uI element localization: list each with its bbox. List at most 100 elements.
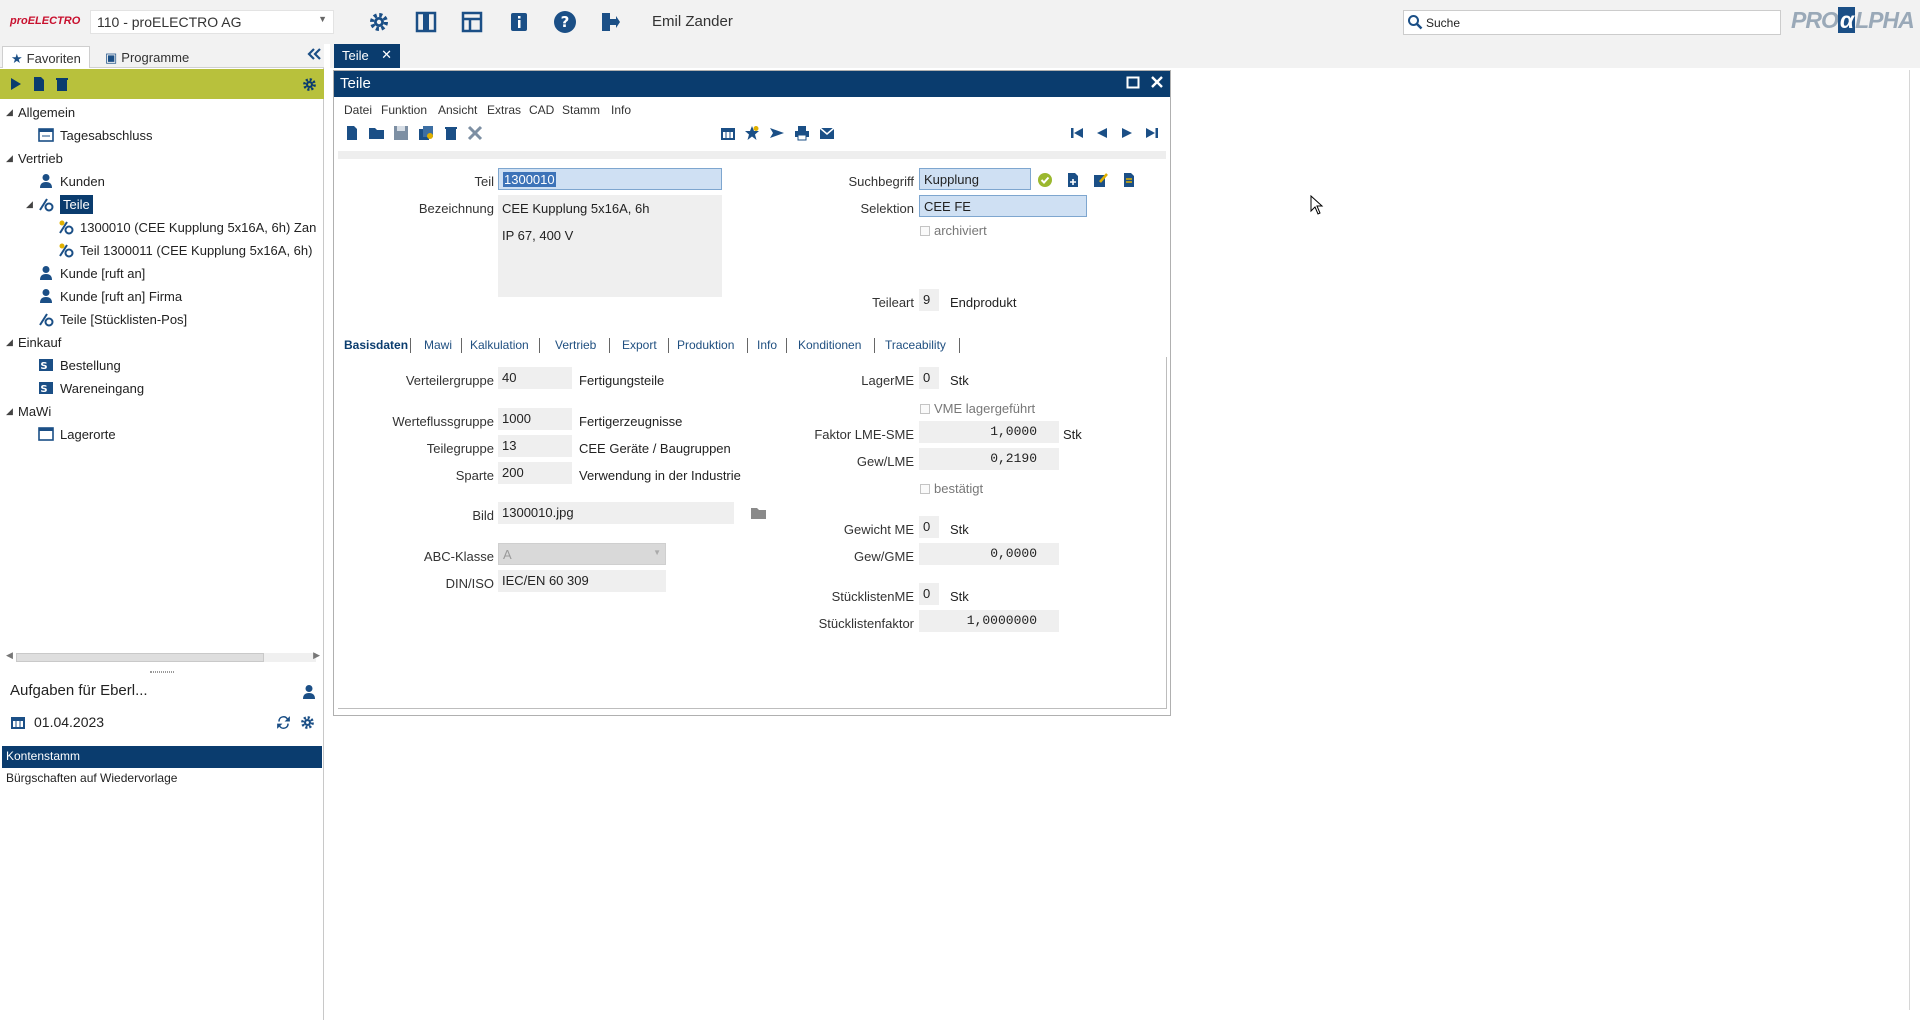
teilegruppe-field[interactable]: 13 xyxy=(498,435,572,457)
calendar-icon[interactable] xyxy=(720,125,736,141)
folder-icon[interactable] xyxy=(750,506,767,520)
gewicht-me-field[interactable]: 0 xyxy=(919,516,939,538)
selektion-field[interactable]: CEE FE xyxy=(919,195,1087,217)
check-icon[interactable] xyxy=(1037,172,1053,188)
tree-group-einkauf[interactable]: ◢ Einkauf xyxy=(6,331,61,353)
tree-item-teile[interactable]: ◢ Teile xyxy=(26,193,93,215)
first-record-icon[interactable] xyxy=(1069,125,1085,141)
task-item-buergschaften[interactable]: Bürgschaften auf Wiedervorlage xyxy=(2,768,322,790)
copy-icon[interactable] xyxy=(418,125,434,141)
tree-item-part-1300010[interactable]: 1300010 (CEE Kupplung 5x16A, 6h) Zan xyxy=(58,216,316,238)
tree-item-lagerorte[interactable]: Lagerorte xyxy=(38,423,116,445)
archiviert-checkbox[interactable]: archiviert xyxy=(920,223,987,238)
help-icon[interactable]: ? xyxy=(552,9,578,35)
menu-stamm[interactable]: Stamm xyxy=(562,103,600,117)
gew-gme-field[interactable]: 0,0000 xyxy=(919,543,1059,565)
tab-kalkulation[interactable]: Kalkulation xyxy=(470,338,529,352)
abc-klasse-select[interactable]: A ▼ xyxy=(498,543,666,565)
info-icon[interactable] xyxy=(506,9,532,35)
save-icon[interactable] xyxy=(393,125,409,141)
mail-icon[interactable] xyxy=(819,125,835,141)
task-item-kontenstamm[interactable]: Kontenstamm xyxy=(2,746,322,768)
faktor-lme-sme-field[interactable]: 1,0000 xyxy=(919,421,1059,443)
tree-item-kunde-ruft-an[interactable]: Kunde [ruft an] xyxy=(38,262,145,284)
tab-teile[interactable]: Teile ✕ xyxy=(334,44,400,68)
menu-cad[interactable]: CAD xyxy=(529,103,554,117)
last-record-icon[interactable] xyxy=(1144,125,1160,141)
menu-datei[interactable]: Datei xyxy=(344,103,372,117)
sparte-field[interactable]: 200 xyxy=(498,462,572,484)
verteilergruppe-field[interactable]: 40 xyxy=(498,367,572,389)
document-add-icon[interactable] xyxy=(1065,172,1081,188)
tab-info[interactable]: Info xyxy=(757,338,777,352)
tab-mawi[interactable]: Mawi xyxy=(424,338,452,352)
vme-lagergefuehrt-checkbox[interactable]: VME lagergeführt xyxy=(920,401,1035,416)
bestaetigt-checkbox[interactable]: bestätigt xyxy=(920,481,983,496)
new-document-icon[interactable] xyxy=(31,76,47,92)
menu-extras[interactable]: Extras xyxy=(487,103,521,117)
refresh-icon[interactable] xyxy=(275,714,292,734)
tree-item-kunden[interactable]: Kunden xyxy=(38,170,105,192)
cancel-icon[interactable] xyxy=(467,125,483,141)
tab-traceability[interactable]: Traceability xyxy=(885,338,946,352)
werteflussgruppe-field[interactable]: 1000 xyxy=(498,408,572,430)
tab-produktion[interactable]: Produktion xyxy=(677,338,734,352)
calendar-icon[interactable] xyxy=(10,714,26,730)
new-icon[interactable] xyxy=(344,125,360,141)
menu-funktion[interactable]: Funktion xyxy=(381,103,427,117)
tree-group-vertrieb[interactable]: ◢ Vertrieb xyxy=(6,147,63,169)
panel-icon[interactable] xyxy=(413,9,439,35)
company-select[interactable]: 110 - proELECTRO AG ▼ xyxy=(90,10,334,34)
tab-programme[interactable]: ▣ Programme xyxy=(97,46,197,68)
delete-icon[interactable] xyxy=(443,125,459,141)
close-icon[interactable] xyxy=(1150,75,1164,89)
tab-favoriten[interactable]: ★ Favoriten xyxy=(2,46,90,68)
task-settings-icon[interactable] xyxy=(299,714,316,734)
previous-record-icon[interactable] xyxy=(1094,125,1110,141)
assign-user-icon[interactable] xyxy=(300,684,316,703)
send-icon[interactable] xyxy=(769,125,785,141)
tree-item-wareneingang[interactable]: S Wareneingang xyxy=(38,377,144,399)
tree-item-teile-stueckliste[interactable]: Teile [Stücklisten-Pos] xyxy=(38,308,187,330)
maximize-icon[interactable] xyxy=(1126,75,1140,89)
notes-icon[interactable] xyxy=(1121,172,1137,188)
teileart-code-field[interactable]: 9 xyxy=(919,289,939,311)
tab-basisdaten[interactable]: Basisdaten xyxy=(344,338,408,352)
close-icon[interactable]: ✕ xyxy=(381,47,392,63)
bild-field[interactable]: 1300010.jpg xyxy=(498,502,734,524)
suchbegriff-field[interactable]: Kupplung xyxy=(919,168,1031,190)
bezeichnung-field[interactable]: CEE Kupplung 5x16A, 6h IP 67, 400 V xyxy=(498,195,722,297)
collapse-panel-icon[interactable] xyxy=(306,46,322,65)
search-input[interactable]: Suche xyxy=(1403,10,1781,35)
tab-vertrieb[interactable]: Vertrieb xyxy=(555,338,596,352)
tree-group-allgemein[interactable]: ◢ Allgemein xyxy=(6,101,75,123)
menu-ansicht[interactable]: Ansicht xyxy=(438,103,477,117)
teil-field[interactable]: 1300010 xyxy=(498,168,722,190)
menu-info[interactable]: Info xyxy=(611,103,631,117)
gear-icon[interactable] xyxy=(366,9,392,35)
logout-icon[interactable] xyxy=(597,9,623,35)
edit-icon[interactable] xyxy=(1093,172,1109,188)
play-icon[interactable] xyxy=(8,76,24,92)
tab-export[interactable]: Export xyxy=(622,338,657,352)
favorite-add-icon[interactable] xyxy=(744,125,760,141)
layout-icon[interactable] xyxy=(459,9,485,35)
print-icon[interactable] xyxy=(794,125,810,141)
open-folder-icon[interactable] xyxy=(368,125,385,141)
lagerme-field[interactable]: 0 xyxy=(919,367,939,389)
panel-splitter[interactable] xyxy=(0,668,324,676)
stuecklistenfaktor-field[interactable]: 1,0000000 xyxy=(919,610,1059,632)
gew-lme-field[interactable]: 0,2190 xyxy=(919,448,1059,470)
delete-icon[interactable] xyxy=(54,76,70,92)
tree-group-mawi[interactable]: ◢ MaWi xyxy=(6,400,51,422)
settings-icon[interactable] xyxy=(301,76,318,93)
din-iso-field[interactable]: IEC/EN 60 309 xyxy=(498,570,666,592)
stuecklisten-me-field[interactable]: 0 xyxy=(919,583,939,605)
tab-konditionen[interactable]: Konditionen xyxy=(798,338,861,352)
tree-item-bestellung[interactable]: S Bestellung xyxy=(38,354,121,376)
tree-horizontal-scrollbar[interactable]: ◀ ▶ xyxy=(6,650,320,664)
tree-item-kunde-ruft-an-firma[interactable]: Kunde [ruft an] Firma xyxy=(38,285,182,307)
tree-item-part-1300011[interactable]: Teil 1300011 (CEE Kupplung 5x16A, 6h) xyxy=(58,239,312,261)
next-record-icon[interactable] xyxy=(1119,125,1135,141)
tree-item-tagesabschluss[interactable]: Tagesabschluss xyxy=(38,124,153,146)
